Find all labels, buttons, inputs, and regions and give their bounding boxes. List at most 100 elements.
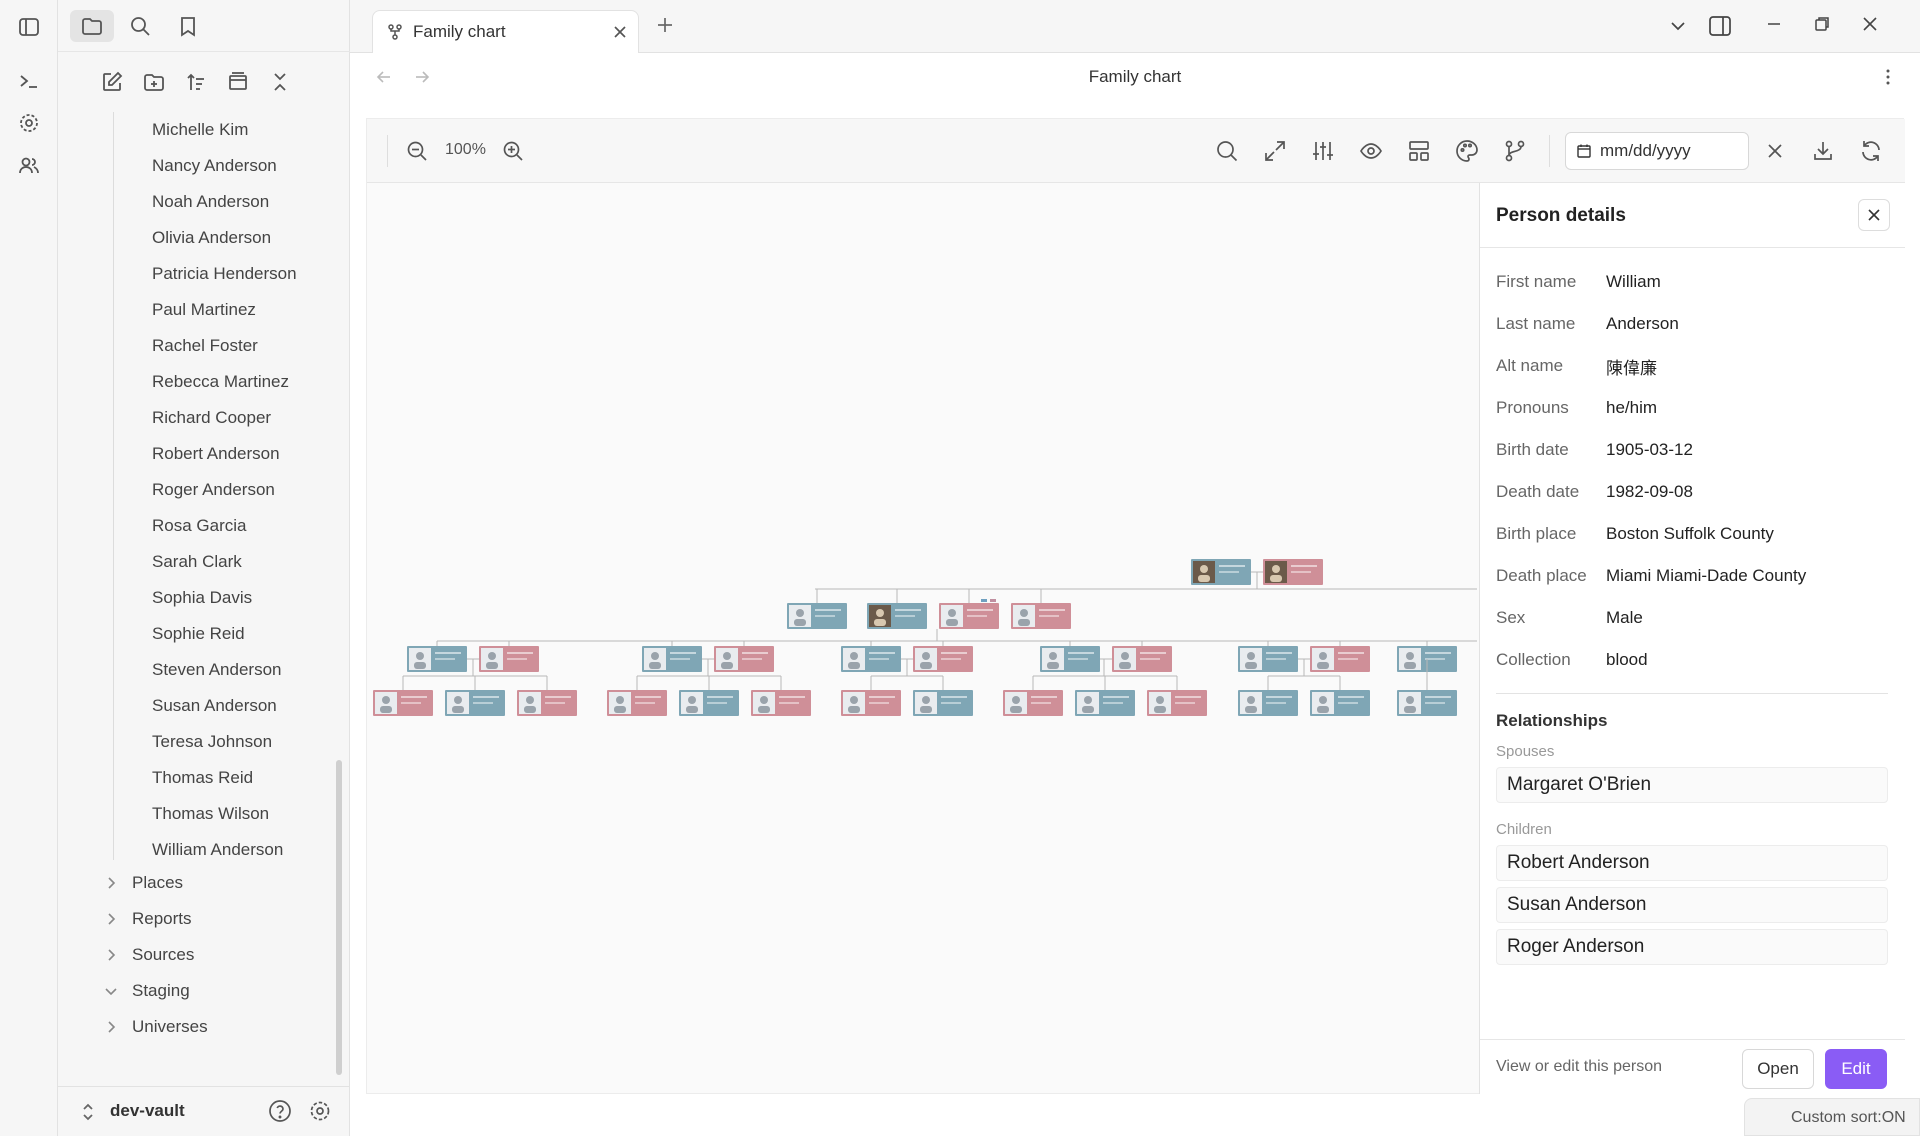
layout-icon[interactable] [1405, 137, 1433, 165]
card-text-line [635, 702, 655, 704]
minimize-icon[interactable] [1764, 14, 1784, 34]
auto-reveal-icon[interactable] [222, 66, 254, 98]
person-file-item[interactable]: Patricia Henderson [58, 256, 338, 292]
person-file-item[interactable]: Teresa Johnson [58, 724, 338, 760]
person-file-item[interactable]: Michelle Kim [58, 112, 338, 148]
card-text-line [707, 702, 727, 704]
child-link[interactable]: Susan Anderson [1496, 887, 1888, 923]
right-sidebar-toggle-icon[interactable] [1708, 14, 1732, 38]
folder-item[interactable]: Reports [58, 901, 338, 937]
new-tab-plus-icon[interactable] [655, 15, 675, 35]
card-text-line [941, 652, 967, 654]
search-icon[interactable] [1213, 137, 1241, 165]
avatar-head [760, 696, 768, 704]
vault-settings-gear-icon[interactable] [308, 1099, 332, 1123]
files-tab-folder-icon[interactable] [70, 10, 114, 42]
new-folder-icon[interactable] [138, 66, 170, 98]
clear-date-close-icon[interactable] [1761, 137, 1789, 165]
child-link[interactable]: Robert Anderson [1496, 845, 1888, 881]
avatar-head [948, 609, 956, 617]
person-file-item[interactable]: Olivia Anderson [58, 220, 338, 256]
folder-item[interactable]: Staging [58, 973, 338, 1009]
folder-item[interactable]: Sources [58, 937, 338, 973]
status-bar-custom-sort[interactable]: Custom sort:ON [1744, 1098, 1920, 1136]
chevron-down-icon [104, 984, 118, 998]
person-file-item[interactable]: Paul Martinez [58, 292, 338, 328]
vault-name[interactable]: dev-vault [110, 1101, 185, 1121]
avatar-body [920, 706, 932, 713]
person-file-item[interactable]: Robert Anderson [58, 436, 338, 472]
refresh-icon[interactable] [1857, 137, 1885, 165]
person-file-item[interactable]: Sophia Davis [58, 580, 338, 616]
person-file-item[interactable]: Rosa Garcia [58, 508, 338, 544]
close-window-icon[interactable] [1860, 14, 1880, 34]
new-note-icon[interactable] [96, 66, 128, 98]
vault-switch-chevron-icon[interactable] [80, 1101, 96, 1123]
edit-person-button[interactable]: Edit [1825, 1049, 1887, 1089]
sidebar-toggle-icon[interactable] [14, 12, 44, 42]
card-text-line [670, 652, 696, 654]
date-filter-input[interactable]: mm/dd/yyyy [1565, 132, 1749, 170]
person-file-item[interactable]: Noah Anderson [58, 184, 338, 220]
field-value: Miami Miami-Dade County [1606, 566, 1807, 585]
terminal-icon[interactable] [14, 66, 44, 96]
field-value: William [1606, 272, 1661, 291]
panel-footer: View or edit this person Open Edit [1480, 1039, 1905, 1094]
folder-item[interactable]: Places [58, 865, 338, 901]
card-text-line [1425, 696, 1451, 698]
child-link[interactable]: Roger Anderson [1496, 929, 1888, 965]
sort-icon[interactable] [180, 66, 212, 98]
person-file-item[interactable]: Thomas Wilson [58, 796, 338, 832]
person-file-item[interactable]: Steven Anderson [58, 652, 338, 688]
zoom-out-icon[interactable] [403, 137, 431, 165]
avatar-head [688, 696, 696, 704]
tab-close-icon[interactable] [611, 23, 629, 41]
fit-to-screen-expand-icon[interactable] [1261, 137, 1289, 165]
search-tab-search-icon[interactable] [118, 10, 162, 42]
export-download-icon[interactable] [1809, 137, 1837, 165]
person-file-item[interactable]: Sarah Clark [58, 544, 338, 580]
tab-family-chart[interactable]: Family chart [372, 10, 639, 54]
people-icon[interactable] [14, 150, 44, 180]
chart-settings-sliders-icon[interactable] [1309, 137, 1337, 165]
tab-list-chevron-down-icon[interactable] [1668, 16, 1688, 36]
family-tree-canvas[interactable] [367, 184, 1477, 1094]
close-panel-icon[interactable] [1858, 199, 1890, 231]
card-text-line [1266, 696, 1292, 698]
settings-icon[interactable] [14, 108, 44, 138]
field-label: Last name [1496, 314, 1576, 333]
card-text-line [507, 658, 527, 660]
zoom-in-icon[interactable] [499, 137, 527, 165]
card-text-line [1338, 696, 1364, 698]
more-options-icon[interactable] [1878, 67, 1898, 87]
avatar-body [649, 662, 661, 669]
card-text-line [1425, 658, 1445, 660]
family-tree-diagram[interactable] [367, 184, 1477, 1094]
person-file-item[interactable]: Rebecca Martinez [58, 364, 338, 400]
help-icon[interactable] [268, 1099, 292, 1123]
person-file-item[interactable]: Nancy Anderson [58, 148, 338, 184]
person-file-item[interactable]: William Anderson [58, 832, 338, 868]
sidebar-scrollbar[interactable] [336, 760, 342, 1075]
date-placeholder: mm/dd/yyyy [1600, 141, 1691, 160]
person-file-item[interactable]: Susan Anderson [58, 688, 338, 724]
branch-icon[interactable] [1501, 137, 1529, 165]
open-person-button[interactable]: Open [1742, 1049, 1814, 1089]
folder-item[interactable]: Universes [58, 1009, 338, 1042]
theme-palette-icon[interactable] [1453, 137, 1481, 165]
panel-title: Person details [1496, 205, 1626, 226]
bookmarks-tab-bookmark-icon[interactable] [166, 10, 210, 42]
avatar-body [848, 706, 860, 713]
collapse-all-icon[interactable] [264, 66, 296, 98]
person-file-item[interactable]: Richard Cooper [58, 400, 338, 436]
person-file-item[interactable]: Sophie Reid [58, 616, 338, 652]
card-text-line [1266, 658, 1286, 660]
person-file-item[interactable]: Thomas Reid [58, 760, 338, 796]
field-label: Pronouns [1496, 398, 1569, 417]
visibility-eye-icon[interactable] [1357, 137, 1385, 165]
spouse-link[interactable]: Margaret O'Brien [1496, 767, 1888, 803]
person-file-item[interactable]: Rachel Foster [58, 328, 338, 364]
avatar-head [922, 652, 930, 660]
person-file-item[interactable]: Roger Anderson [58, 472, 338, 508]
restore-window-icon[interactable] [1812, 14, 1832, 34]
